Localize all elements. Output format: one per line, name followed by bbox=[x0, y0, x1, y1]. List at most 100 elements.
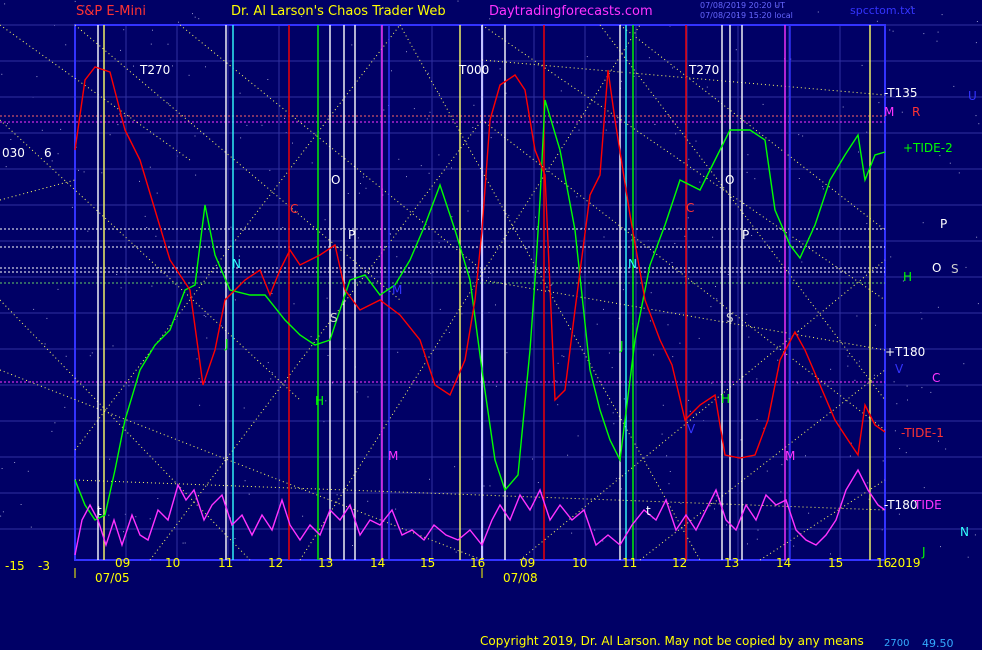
star bbox=[650, 292, 652, 294]
star bbox=[688, 399, 690, 401]
star bbox=[194, 135, 196, 137]
chaos-trader-chart: 09 10 11 12 13 14 15 16 09 10 11 12 13 14 15 16 07/05 07/… bbox=[0, 0, 982, 650]
star bbox=[89, 355, 91, 357]
star bbox=[199, 404, 201, 406]
x-tick-label: 12 bbox=[672, 556, 687, 570]
star bbox=[144, 215, 146, 217]
star bbox=[679, 342, 681, 344]
star bbox=[977, 303, 979, 305]
star bbox=[205, 316, 207, 318]
star bbox=[633, 75, 635, 77]
star bbox=[667, 324, 669, 326]
star bbox=[876, 20, 878, 22]
star bbox=[698, 337, 700, 339]
star bbox=[367, 396, 369, 398]
star bbox=[938, 440, 939, 442]
star bbox=[674, 243, 676, 244]
right-level-label: -TIDE-1 bbox=[901, 426, 944, 440]
star bbox=[195, 174, 197, 176]
star bbox=[495, 385, 497, 387]
cycle-label: T270 bbox=[139, 63, 170, 77]
date-label: 07/05 bbox=[95, 571, 130, 585]
star bbox=[669, 471, 671, 472]
star bbox=[156, 192, 158, 194]
star bbox=[858, 360, 860, 362]
site-title: Dr. Al Larson's Chaos Trader Web bbox=[231, 4, 446, 19]
star bbox=[621, 488, 622, 490]
star bbox=[505, 92, 507, 94]
star bbox=[271, 293, 273, 295]
star bbox=[526, 248, 528, 250]
star bbox=[684, 235, 686, 237]
star bbox=[975, 42, 977, 44]
star bbox=[941, 14, 943, 16]
star bbox=[169, 118, 171, 120]
star bbox=[483, 485, 485, 487]
star bbox=[1, 468, 3, 469]
star bbox=[310, 336, 312, 338]
right-level-label: -T180 bbox=[884, 498, 917, 512]
star bbox=[406, 51, 407, 53]
star bbox=[120, 49, 121, 51]
event-marker-label: C bbox=[290, 202, 298, 216]
star bbox=[532, 458, 533, 460]
star bbox=[472, 127, 474, 128]
instrument-title: S&P E-Mini bbox=[76, 4, 146, 19]
star bbox=[847, 355, 849, 357]
star bbox=[687, 217, 689, 219]
star bbox=[892, 30, 894, 32]
star bbox=[240, 137, 242, 139]
star bbox=[246, 124, 248, 126]
star bbox=[716, 298, 718, 300]
star bbox=[267, 362, 269, 364]
star bbox=[817, 11, 819, 13]
star bbox=[427, 72, 429, 74]
star bbox=[940, 546, 941, 548]
star bbox=[666, 455, 668, 457]
star bbox=[429, 111, 431, 113]
star bbox=[967, 556, 969, 558]
star bbox=[781, 464, 783, 466]
star bbox=[30, 526, 32, 528]
star bbox=[890, 256, 892, 258]
footer-readout: 2700 bbox=[884, 638, 910, 649]
star bbox=[178, 21, 179, 23]
star bbox=[271, 372, 273, 373]
star bbox=[605, 129, 607, 131]
star bbox=[135, 516, 137, 518]
star bbox=[51, 160, 53, 162]
star bbox=[36, 76, 38, 78]
star bbox=[797, 382, 799, 384]
star bbox=[975, 115, 977, 117]
star bbox=[64, 406, 66, 408]
x-tick-label: 11 bbox=[218, 556, 233, 570]
right-level-label: R bbox=[912, 105, 920, 119]
star bbox=[937, 31, 939, 33]
star bbox=[5, 166, 7, 168]
star bbox=[861, 64, 863, 66]
site-url[interactable]: Daytradingforecasts.com bbox=[489, 4, 653, 19]
right-level-label: J bbox=[921, 545, 926, 559]
star bbox=[198, 18, 200, 20]
right-level-label: -T135 bbox=[884, 86, 917, 100]
star bbox=[965, 266, 967, 268]
right-level-label: +TIDE-2 bbox=[903, 141, 953, 155]
star bbox=[780, 491, 782, 493]
star bbox=[740, 439, 742, 441]
x-tick-label: 11 bbox=[622, 556, 637, 570]
right-level-label: P bbox=[940, 217, 947, 231]
star bbox=[65, 44, 67, 46]
star bbox=[101, 172, 103, 174]
star bbox=[936, 40, 938, 42]
star bbox=[0, 515, 2, 517]
star bbox=[949, 162, 951, 164]
star bbox=[937, 306, 939, 308]
star bbox=[535, 216, 536, 218]
star bbox=[203, 315, 205, 316]
star bbox=[756, 378, 758, 380]
star bbox=[615, 477, 617, 479]
x-tick-label: 13 bbox=[724, 556, 739, 570]
star bbox=[194, 16, 196, 18]
star bbox=[714, 508, 715, 510]
star bbox=[60, 128, 62, 130]
